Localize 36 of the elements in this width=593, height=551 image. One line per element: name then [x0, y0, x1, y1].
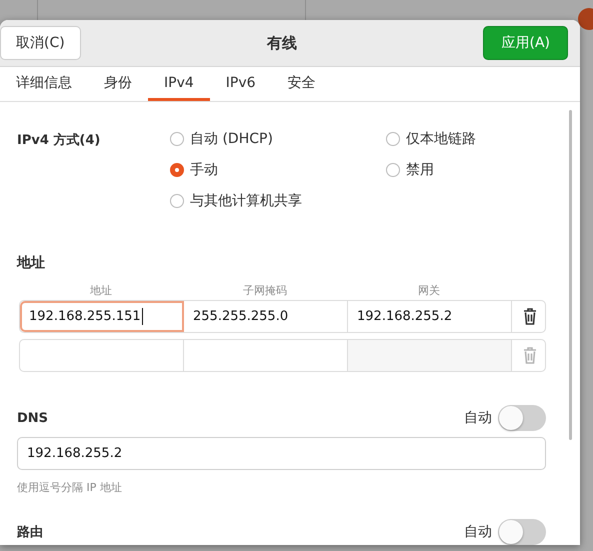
tab[interactable]: 安全: [272, 67, 332, 101]
window-title: 有线: [267, 34, 298, 52]
radio-icon[interactable]: [386, 132, 400, 146]
radio-option[interactable]: 禁用: [386, 161, 546, 179]
tab[interactable]: IPv6: [210, 67, 272, 101]
column-header: 网关: [417, 283, 441, 298]
netmask-field[interactable]: 255.255.255.0: [184, 301, 348, 332]
radio-option[interactable]: 与其他计算机共享: [170, 192, 386, 210]
auto-label: 自动: [464, 409, 492, 427]
dns-field[interactable]: 192.168.255.2: [17, 437, 546, 470]
radio-option[interactable]: 手动: [170, 161, 386, 179]
tab[interactable]: 身份: [88, 67, 148, 101]
radio-option[interactable]: 仅本地链路: [386, 130, 546, 148]
method-label: IPv4 方式(4): [17, 132, 102, 150]
cancel-button[interactable]: 取消(C): [0, 26, 81, 60]
hint-text: 使用逗号分隔 IP 地址: [17, 480, 123, 495]
radio-icon[interactable]: [170, 194, 184, 208]
section-title: 路由: [17, 524, 44, 541]
tab[interactable]: 详细信息: [0, 67, 88, 101]
auto-label: 自动: [464, 523, 492, 541]
column-header: 地址: [89, 283, 113, 298]
radio-option[interactable]: 自动 (DHCP): [170, 130, 386, 148]
gateway-field[interactable]: [348, 340, 512, 371]
section-title: 地址: [17, 254, 46, 272]
tab[interactable]: IPv4: [148, 67, 210, 101]
column-header: 子网掩码: [242, 283, 288, 298]
address-field[interactable]: 192.168.255.151: [20, 301, 184, 332]
scrollbar[interactable]: [569, 110, 572, 440]
gateway-field[interactable]: 192.168.255.2: [348, 301, 512, 332]
toggle-switch[interactable]: [498, 519, 546, 545]
toggle-switch[interactable]: [498, 405, 546, 431]
radio-icon[interactable]: [386, 163, 400, 177]
section-title: DNS: [17, 410, 50, 426]
delete-icon[interactable]: [522, 308, 536, 325]
radio-icon[interactable]: [170, 132, 184, 146]
radio-icon[interactable]: [170, 163, 184, 177]
